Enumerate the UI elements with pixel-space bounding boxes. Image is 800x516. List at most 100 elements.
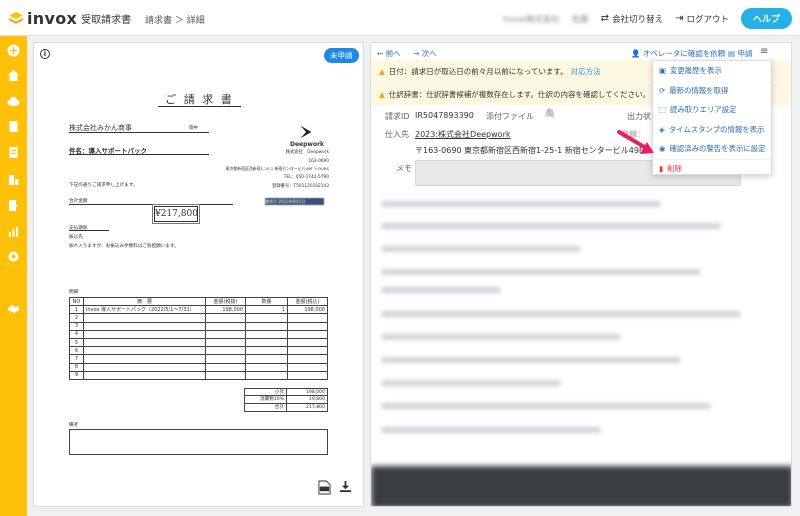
menu-item-show-warnings[interactable]: ◉ 確認済みの警告を表示に設定 xyxy=(653,139,771,159)
menu-item-show-warnings-label: 確認済みの警告を表示に設定 xyxy=(669,144,766,154)
cell-amount-excl xyxy=(205,362,246,372)
eye-icon: ◉ xyxy=(659,144,666,154)
prev-label: 前へ xyxy=(385,49,401,58)
cell-no: 6 xyxy=(69,346,84,356)
cell-amount-excl: 198,000 xyxy=(205,305,246,315)
invox-logo-icon xyxy=(9,11,23,24)
menu-item-timestamp-label: タイムスタンプの情報を表示 xyxy=(668,124,765,134)
paperclip-icon[interactable]: 🖇 xyxy=(544,109,555,119)
table-header-row: NO 摘 要 金額(税抜) 数量 金額(税込) xyxy=(69,296,328,307)
document-list-icon[interactable] xyxy=(7,146,20,159)
cell-description xyxy=(83,346,206,356)
cell-amount-incl xyxy=(287,370,328,380)
apply-button[interactable]: ▤ 申請 xyxy=(728,48,752,59)
menu-item-read-area[interactable]: ⬚ 読み取りエリア設定 xyxy=(653,100,771,120)
output-status-label: 出力状 xyxy=(627,112,651,121)
menu-item-delete-label: 削除 xyxy=(667,164,682,174)
vendor-tel: TEL：050-1742-5790 xyxy=(283,175,329,180)
cell-description xyxy=(83,313,206,323)
sum-value: 217,800 xyxy=(306,405,325,410)
arrow-left-icon: ← xyxy=(377,49,384,58)
vendor-link[interactable]: 2023:株式会社Deepwork xyxy=(415,129,511,140)
cell-quantity xyxy=(245,346,288,356)
subtotal-label: 小計 xyxy=(245,389,287,395)
cell-amount-excl xyxy=(205,313,246,323)
more-menu-icon[interactable]: ≡ xyxy=(760,46,768,57)
cloud-upload-icon[interactable] xyxy=(7,95,20,108)
switch-company-button[interactable]: ⇄ 会社切り替え xyxy=(601,13,663,25)
plus-icon[interactable] xyxy=(7,44,20,57)
highlighted-field-blurred[interactable]: 請求日 2022年8月1日 xyxy=(265,198,324,205)
cell-amount-incl: 198,000 xyxy=(287,305,328,315)
chart-icon[interactable] xyxy=(7,225,20,238)
vendor-address-value: 〒163-0690 東京都新宿区西新宿1-25-1 新宿センタービル49F xyxy=(415,146,644,155)
history-icon: ▣ xyxy=(659,66,666,76)
confirm-operator-button[interactable]: 👤 オペレータに確認を依頼 xyxy=(631,48,725,59)
trash-icon: ▮ xyxy=(659,164,664,174)
vendor-name: 株式会社 Deepwork xyxy=(285,150,329,155)
blurred-footer-bar xyxy=(371,466,791,506)
status-badge: 未申請 xyxy=(324,48,359,63)
greeting-text: 下記の通りご請求申し上げます。 xyxy=(69,183,138,188)
sidebar xyxy=(0,36,27,516)
download-icon[interactable] xyxy=(339,480,352,493)
gear-icon[interactable] xyxy=(7,250,20,263)
table-row: 6 xyxy=(69,346,328,356)
menu-item-delete[interactable]: ▮ 削除 xyxy=(653,158,771,179)
breadcrumb[interactable]: 請求書 ＞ 詳細 xyxy=(145,13,205,26)
table-row: 3 xyxy=(69,321,328,331)
product-name: 受取請求書 xyxy=(81,15,132,26)
client-underline xyxy=(69,132,209,133)
cell-no: 1 xyxy=(69,305,84,315)
refresh-icon: ⟳ xyxy=(659,85,666,95)
building-icon[interactable] xyxy=(7,173,20,186)
cell-description xyxy=(83,337,206,348)
logo[interactable]: invox 受取請求書 xyxy=(8,9,131,28)
notes-box xyxy=(69,429,328,455)
col-amount-excl: 金額(税抜) xyxy=(205,296,246,307)
user-name: 佐藤 xyxy=(571,14,589,25)
vendor-label: 仕入先 xyxy=(385,130,409,139)
warning-date-link[interactable]: 対応方法 xyxy=(571,66,601,77)
client-honorific: 御中 xyxy=(189,126,198,131)
detail-label: 明細 xyxy=(69,290,79,295)
cell-quantity: 1 xyxy=(245,305,288,315)
help-button[interactable]: ヘルプ xyxy=(740,8,792,29)
info-icon[interactable]: i xyxy=(40,49,50,59)
switch-icon: ⇄ xyxy=(600,13,610,24)
more-options-menu: ▣ 変更履歴を表示 ⟳ 最新の情報を取得 ⬚ 読み取りエリア設定 ◈ タイムスタンプの情… xyxy=(652,60,772,175)
cell-amount-incl xyxy=(287,346,328,356)
cell-amount-excl xyxy=(205,329,246,339)
subject-underline xyxy=(69,154,209,155)
file-icon: ▤ xyxy=(728,49,736,58)
cell-quantity xyxy=(245,313,288,323)
menu-item-refresh[interactable]: ⟳ 最新の情報を取得 xyxy=(653,81,771,101)
logout-button[interactable]: ⇥ ログアウト xyxy=(675,13,729,25)
menu-item-history[interactable]: ▣ 変更履歴を表示 xyxy=(653,61,771,81)
cell-no: 9 xyxy=(69,370,84,380)
vendor-logo-text: Deepwork xyxy=(290,141,325,148)
prev-button[interactable]: ← 前へ xyxy=(377,48,401,59)
handshake-icon[interactable] xyxy=(7,302,20,315)
total-amount-box[interactable]: ¥217,800 xyxy=(152,204,200,224)
tax-label: 消費税10% xyxy=(245,396,287,403)
account-name: invox株式会社 xyxy=(502,14,560,25)
payment-underline xyxy=(69,230,109,231)
cell-no: 7 xyxy=(69,354,84,364)
home-icon[interactable] xyxy=(7,69,20,82)
total-label-underline xyxy=(69,204,233,205)
next-button[interactable]: → 次へ xyxy=(413,48,437,59)
cell-quantity xyxy=(245,362,288,372)
attachment-label: 添付ファイル xyxy=(486,112,534,121)
table-row: 5 xyxy=(69,337,328,348)
pdf-icon[interactable] xyxy=(318,480,331,495)
invoice-line-table: NO 摘 要 金額(税抜) 数量 金額(税込) 1 invox 導入サポートパック… xyxy=(69,296,328,380)
table-row: 9 xyxy=(69,370,328,380)
document-icon[interactable] xyxy=(7,120,20,133)
cell-amount-excl xyxy=(205,370,246,380)
export-icon[interactable] xyxy=(7,199,20,212)
vendor-address: 東京都新宿区西新宿1-25-1 新宿センタービル49F ＋OURS xyxy=(225,166,329,171)
menu-item-timestamp[interactable]: ◈ タイムスタンプの情報を表示 xyxy=(653,120,771,140)
invoice-line-rows: 1 invox 導入サポートパック（2022/5/1〜7/31） 198,000 1 1… xyxy=(69,305,328,380)
tax-row: 消費税10% 19,800 xyxy=(244,396,328,404)
